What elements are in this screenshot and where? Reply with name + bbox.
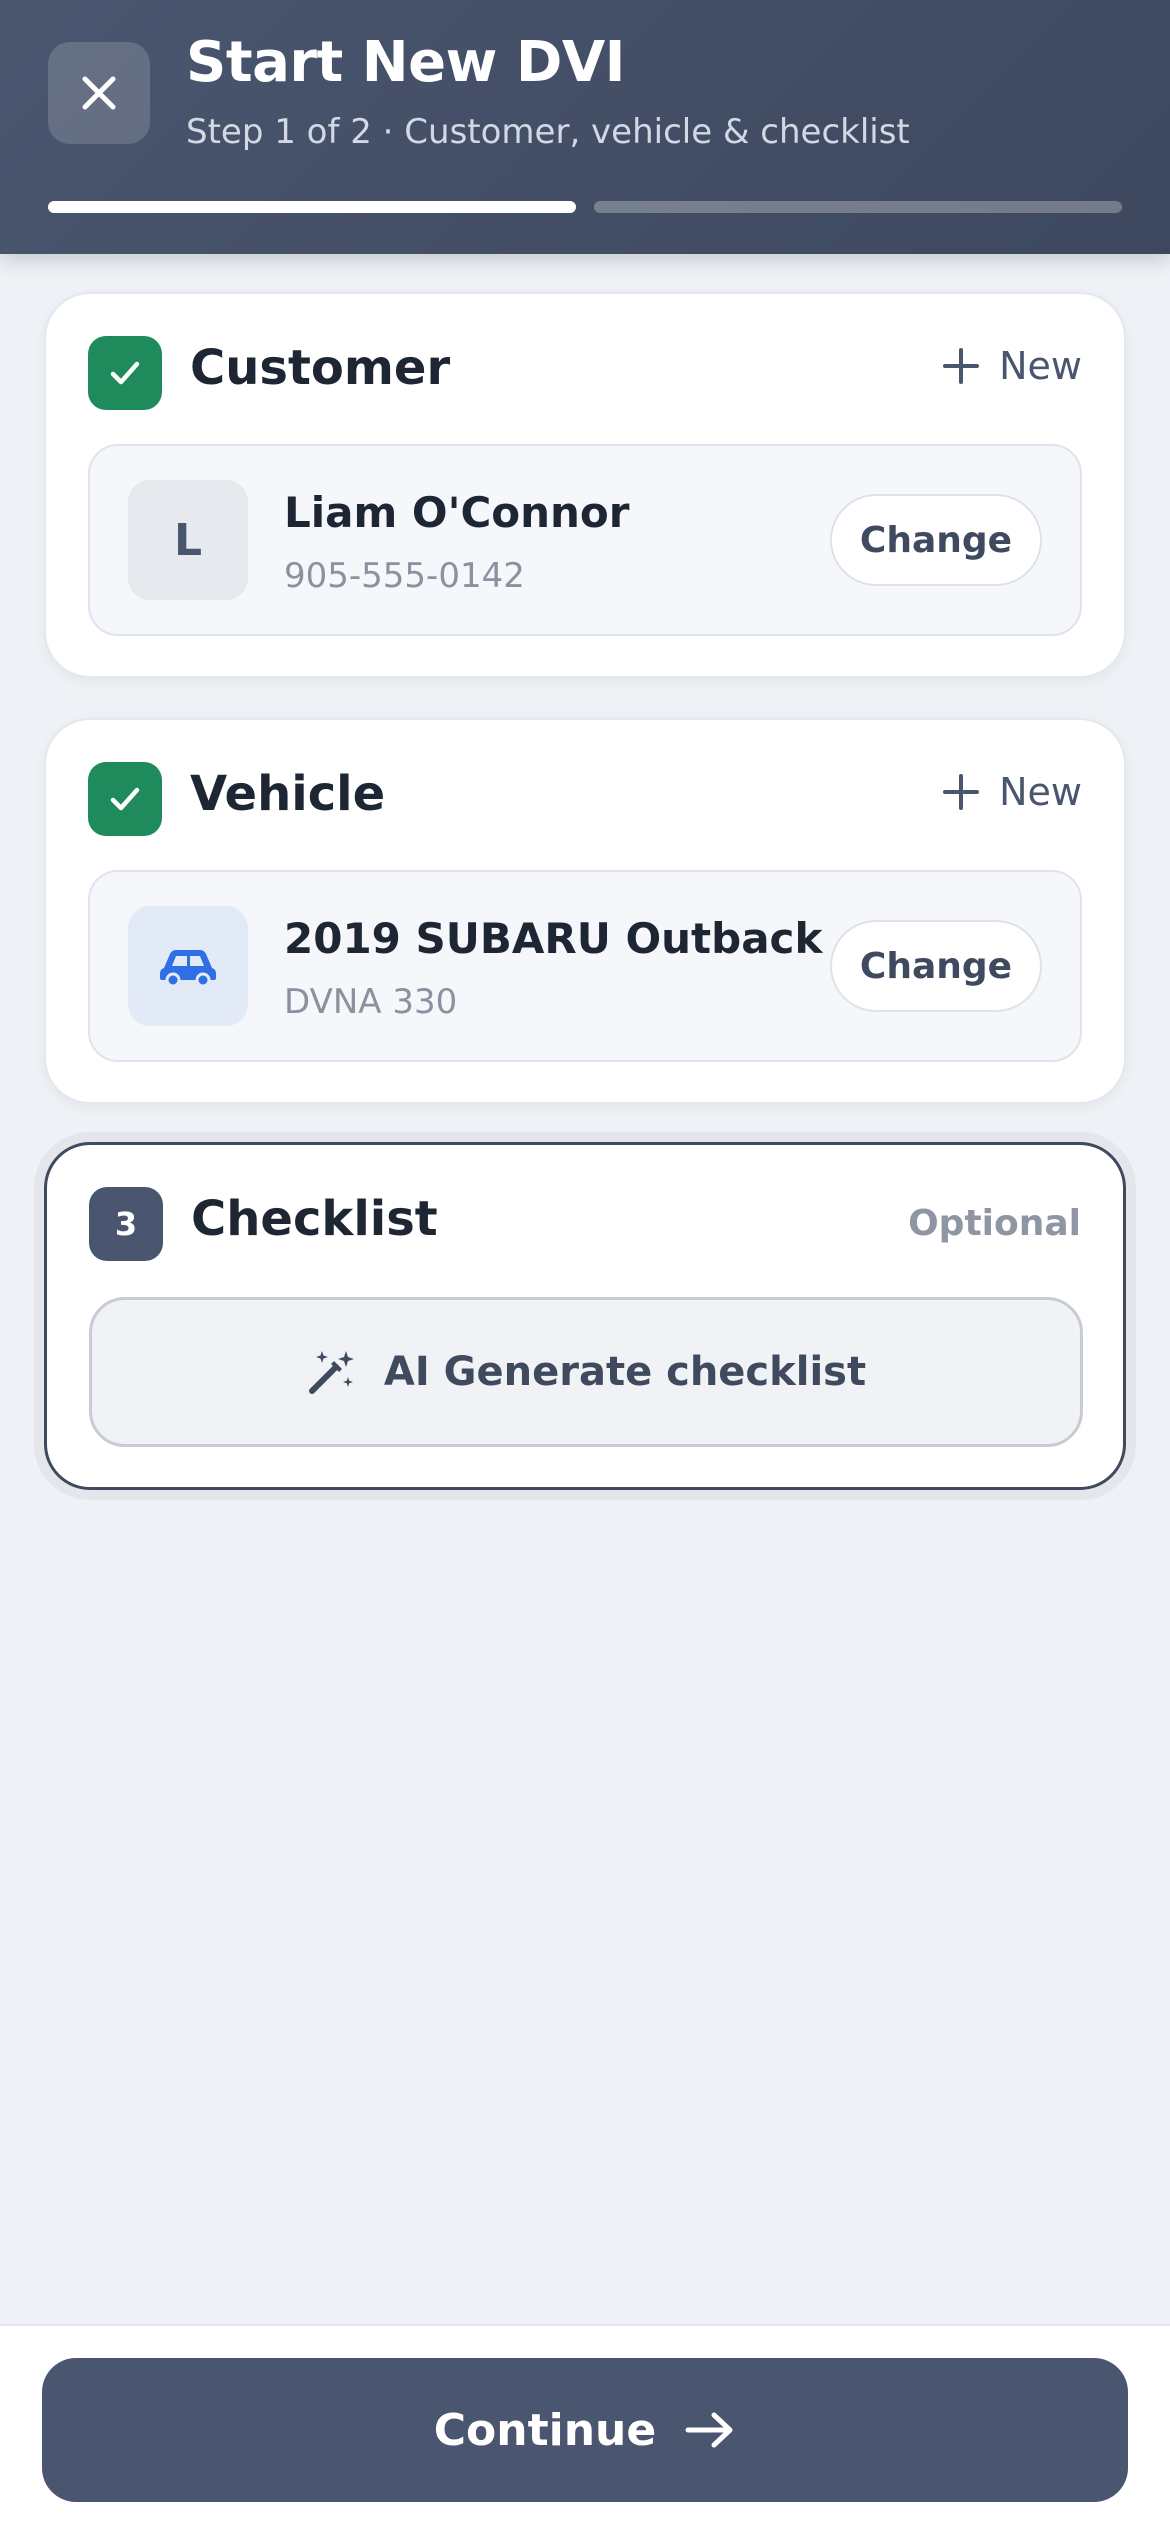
close-icon: [82, 76, 116, 110]
vehicle-done-badge: [88, 762, 162, 836]
check-icon: [110, 787, 140, 811]
selected-customer: L Liam O'Connor 905-555-0142 Change: [88, 444, 1082, 636]
vehicle-thumb: [128, 906, 248, 1026]
plus-icon: [943, 774, 980, 810]
new-customer-label: New: [999, 344, 1082, 388]
progress-step-1: [48, 201, 576, 213]
progress-step-2: [594, 201, 1122, 213]
change-customer-button[interactable]: Change: [830, 494, 1042, 586]
checklist-step-badge: 3: [89, 1187, 163, 1261]
customer-done-badge: [88, 336, 162, 410]
ai-generate-checklist-button[interactable]: AI Generate checklist: [89, 1297, 1083, 1447]
customer-title: Customer: [190, 340, 451, 396]
new-customer-button[interactable]: New: [941, 344, 1082, 388]
plus-icon: [943, 348, 980, 384]
magic-wand-icon: [308, 1351, 354, 1394]
page-subtitle: Step 1 of 2 · Customer, vehicle & checkl…: [186, 112, 910, 152]
continue-button[interactable]: Continue: [42, 2358, 1128, 2502]
vehicle-card: Vehicle New 2019 SUBARU Outback DVNA 330…: [44, 718, 1126, 1104]
vehicle-plate: DVNA 330: [284, 982, 458, 1022]
header-bar: Start New DVI Step 1 of 2 · Customer, ve…: [0, 0, 1170, 254]
vehicle-title: Vehicle: [190, 766, 386, 822]
footer-bar: Continue: [0, 2324, 1170, 2532]
new-vehicle-button[interactable]: New: [941, 770, 1082, 814]
check-icon: [110, 361, 140, 385]
change-vehicle-button[interactable]: Change: [830, 920, 1042, 1012]
customer-phone: 905-555-0142: [284, 556, 525, 596]
continue-label: Continue: [433, 2404, 657, 2456]
checklist-card: 3 Checklist Optional AI Generate checkli…: [44, 1142, 1126, 1490]
car-icon: [160, 950, 216, 988]
avatar: L: [128, 480, 248, 600]
customer-name: Liam O'Connor: [284, 488, 630, 537]
page-title: Start New DVI: [186, 30, 626, 95]
arrow-right-icon: [685, 2412, 733, 2448]
close-button[interactable]: [48, 42, 150, 144]
new-vehicle-label: New: [999, 770, 1082, 814]
selected-vehicle: 2019 SUBARU Outback DVNA 330 Change: [88, 870, 1082, 1062]
vehicle-name: 2019 SUBARU Outback: [284, 914, 823, 963]
ai-generate-label: AI Generate checklist: [383, 1349, 867, 1395]
checklist-title: Checklist: [191, 1191, 438, 1247]
optional-label: Optional: [908, 1203, 1081, 1244]
customer-card: Customer New L Liam O'Connor 905-555-014…: [44, 292, 1126, 678]
